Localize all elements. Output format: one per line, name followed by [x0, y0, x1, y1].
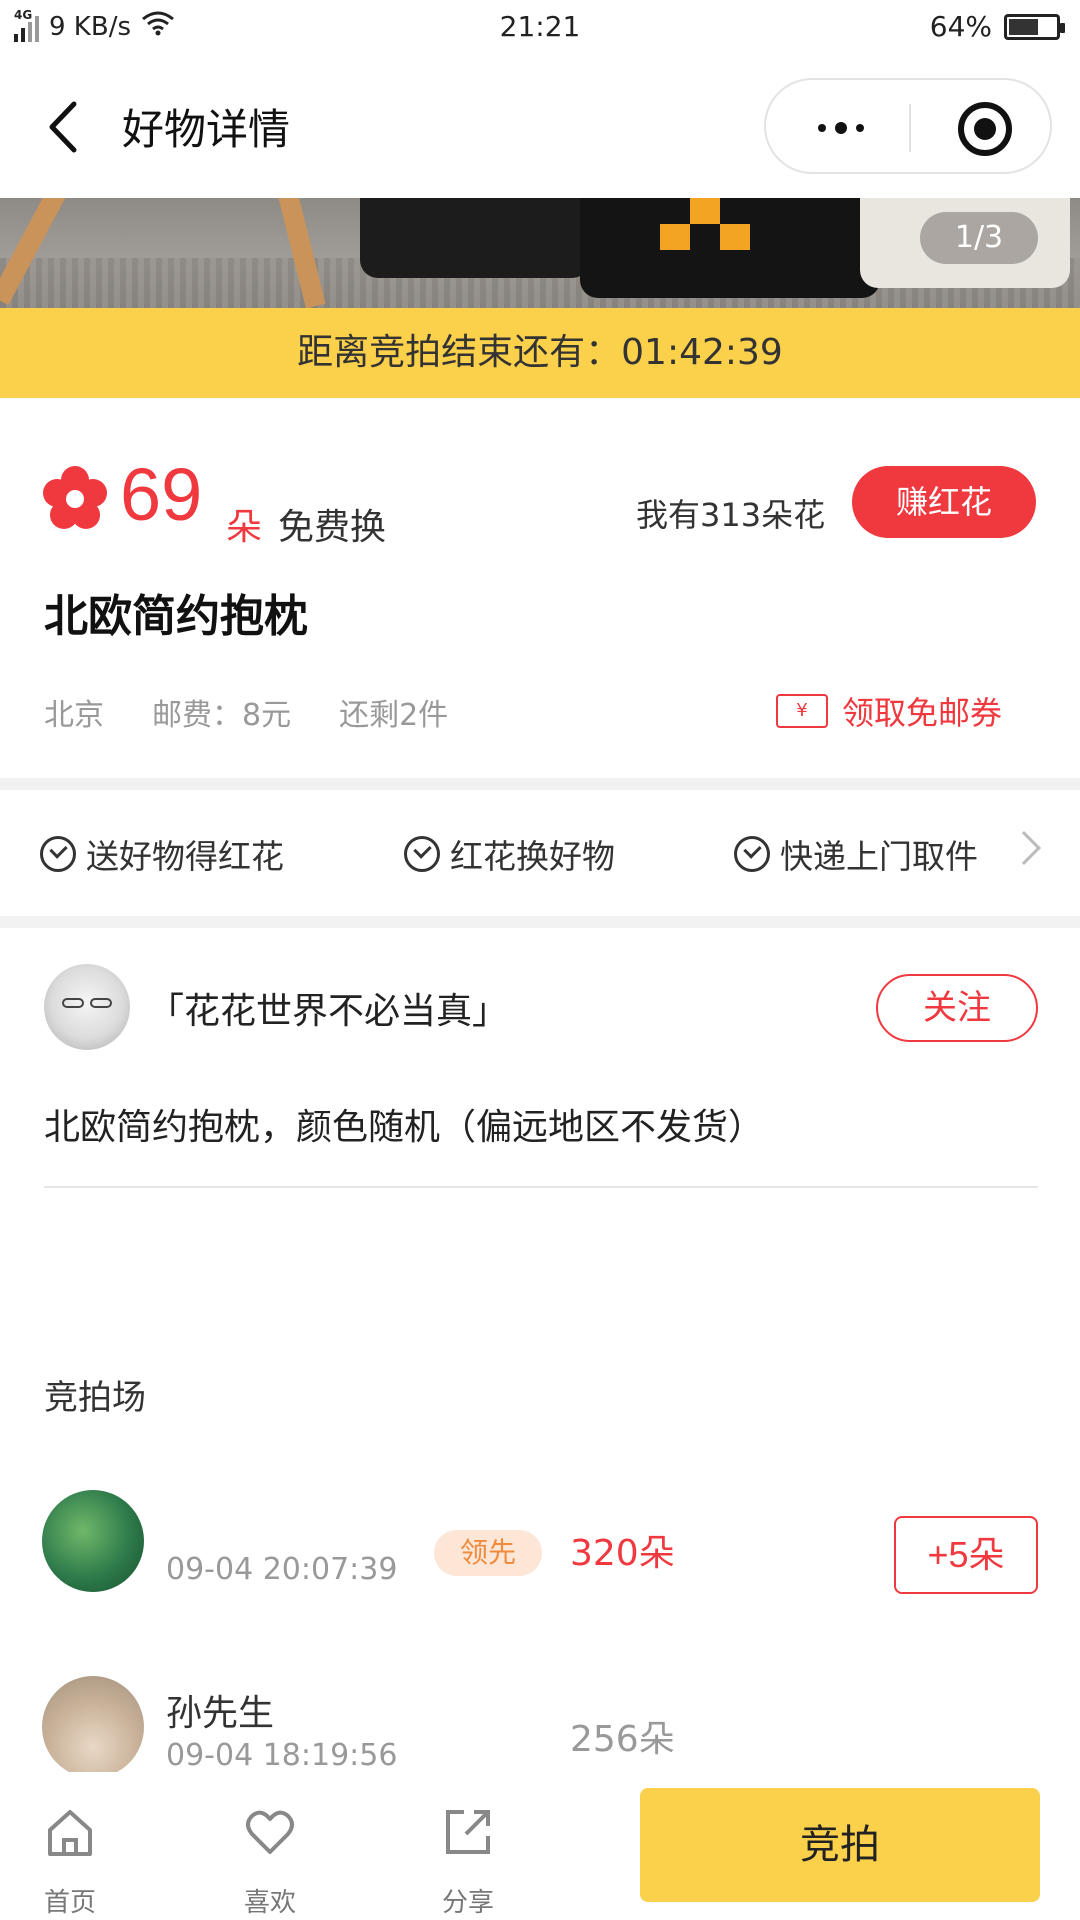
section-divider	[0, 778, 1080, 790]
tab-like[interactable]: 喜欢	[210, 1772, 330, 1920]
feature-item: 送好物得红花	[40, 830, 284, 878]
price-value: 69	[120, 453, 203, 536]
product-title: 北欧简约抱枕	[44, 591, 308, 642]
free-exchange-label: 免费换	[278, 507, 387, 548]
seller-avatar[interactable]	[44, 964, 130, 1050]
bid-button[interactable]: 竞拍	[640, 1788, 1040, 1902]
clock: 21:21	[499, 10, 581, 43]
location: 北京	[44, 698, 104, 733]
divider	[44, 1186, 1038, 1188]
auction-countdown: 距离竞拍结束还有：01:42:39	[0, 308, 1080, 398]
feature-item: 红花换好物	[404, 830, 615, 878]
heart-icon	[244, 1806, 296, 1858]
battery-level	[1009, 18, 1039, 35]
tab-label: 喜欢	[243, 1888, 296, 1918]
bid-row: 09-04 20:07:39 领先 320朵 +5朵	[0, 1490, 1080, 1610]
avatar-eye	[90, 998, 112, 1008]
earn-flowers-button[interactable]: 赚红花	[852, 466, 1036, 538]
check-icon	[40, 836, 76, 872]
status-bar: 4G 9 KB/s 21:21 64%	[0, 0, 1080, 56]
more-icon[interactable]	[806, 104, 876, 152]
my-flowers-count: 我有313朵花	[636, 496, 826, 534]
battery-percent: 64%	[929, 10, 992, 43]
nav-bar: 好物详情	[0, 56, 1080, 198]
tab-label: 分享	[441, 1888, 494, 1918]
tab-label: 首页	[43, 1888, 96, 1918]
leading-badge: 领先	[434, 1530, 542, 1576]
follow-button[interactable]: 关注	[876, 974, 1038, 1042]
tab-share[interactable]: 分享	[408, 1772, 528, 1920]
section-divider	[0, 916, 1080, 928]
capsule-divider	[909, 104, 911, 152]
price-section: 69 朵 免费换 我有313朵花 赚红花 北欧简约抱枕 北京 邮费：8元 还剩2…	[0, 398, 1080, 778]
bidder-avatar[interactable]	[42, 1676, 144, 1772]
product-description: 北欧简约抱枕，颜色随机（偏远地区不发货）	[44, 1107, 765, 1148]
page-title: 好物详情	[122, 105, 291, 154]
capsule-menu	[764, 78, 1052, 174]
bid-time: 09-04 20:07:39	[166, 1552, 398, 1587]
feature-label: 送好物得红花	[86, 837, 284, 876]
seller-name: 「花花世界不必当真」	[148, 991, 509, 1032]
flower-icon	[42, 466, 108, 532]
seller-section: 「花花世界不必当真」 关注 北欧简约抱枕，颜色随机（偏远地区不发货）	[0, 928, 1080, 1188]
back-icon[interactable]	[44, 100, 84, 154]
bidder-avatar[interactable]	[42, 1490, 144, 1592]
image-pillow	[360, 198, 590, 278]
product-meta: 北京 邮费：8元 还剩2件	[44, 690, 448, 734]
feature-label: 红花换好物	[450, 837, 615, 876]
avatar-eye	[62, 998, 84, 1008]
service-features[interactable]: 送好物得红花 红花换好物 快递上门取件	[0, 790, 1080, 916]
check-icon	[404, 836, 440, 872]
price-unit: 朵	[226, 507, 263, 548]
shipping-fee: 邮费：8元	[152, 698, 292, 733]
bid-amount: 320朵	[570, 1533, 675, 1574]
bid-amount: 256朵	[570, 1719, 675, 1760]
feature-label: 快递上门取件	[780, 837, 978, 876]
product-image-carousel[interactable]: 1/3	[0, 198, 1080, 308]
raise-bid-button[interactable]: +5朵	[894, 1516, 1038, 1594]
bidder-name: 孙先生	[166, 1693, 275, 1734]
status-right: 64%	[929, 10, 1065, 43]
chevron-right-icon	[1007, 831, 1041, 865]
bottom-action-bar: 首页 喜欢 分享 竞拍	[0, 1772, 1080, 1920]
coupon-label: 领取免邮券	[842, 694, 1003, 732]
check-icon	[734, 836, 770, 872]
ticket-icon: ¥	[776, 694, 828, 728]
free-shipping-coupon-link[interactable]: ¥ 领取免邮券	[776, 688, 1002, 734]
auction-heading: 竞拍场	[44, 1378, 146, 1418]
home-icon	[44, 1806, 96, 1858]
close-miniprogram-icon[interactable]	[958, 102, 1012, 156]
share-icon	[442, 1806, 494, 1858]
bid-time: 09-04 18:19:56	[166, 1738, 398, 1772]
battery-icon	[1004, 13, 1065, 40]
feature-item: 快递上门取件	[734, 830, 978, 878]
tab-home[interactable]: 首页	[10, 1772, 130, 1920]
stock-remaining: 还剩2件	[339, 698, 449, 733]
image-pillow	[580, 198, 880, 298]
bid-row: 孙先生 09-04 18:19:56 256朵	[0, 1676, 1080, 1772]
image-counter: 1/3	[920, 212, 1038, 264]
